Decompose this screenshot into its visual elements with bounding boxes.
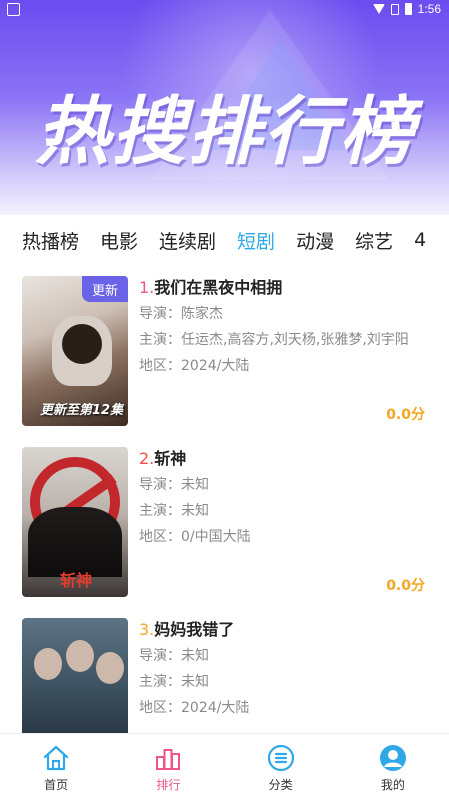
nav-home[interactable]: 首页 [0,734,112,800]
item-title[interactable]: 2.斩神 [139,446,439,472]
nav-category-label: 分类 [268,778,293,792]
item-title-text: 妈妈我错了 [154,620,235,639]
tab-series[interactable]: 连续剧 [159,227,216,254]
poster-figure [62,324,102,364]
poster-face [96,652,124,684]
nav-ranking[interactable]: 排行 [112,734,224,800]
nav-profile[interactable]: 我的 [337,734,449,800]
item-score: 0.0分 [386,407,425,423]
hero-banner: 热搜排行榜 [0,0,449,215]
item-score: 0.0分 [386,578,425,594]
item-info: 2.斩神 导演：未知 主演：未知 地区：0/中国大陆 [139,443,439,550]
rank-number: 1. [139,278,155,297]
list-item[interactable]: 更新 更新至第12集 1.我们在黑夜中相拥 导演：陈家杰 主演：任运杰,高容方,… [0,272,449,432]
tab-short-drama[interactable]: 短剧 [237,227,275,254]
item-region: 地区：0/中国大陆 [139,529,251,545]
item-region: 地区：2024/大陆 [139,358,250,374]
item-title-text: 斩神 [154,449,187,468]
nav-category[interactable]: 分类 [225,734,337,800]
poster-caption: 更新至第12集 [40,403,124,418]
poster-image[interactable]: 斩神 [22,447,128,597]
status-bar: 1:56 [0,0,449,20]
bottom-navigation: 首页 排行 分类 我的 [0,733,449,800]
app-notification-icon [7,3,20,16]
nav-ranking-label: 排行 [156,778,181,792]
home-icon [44,745,69,771]
poster-image[interactable]: 更新 更新至第12集 [22,276,128,426]
hero-title: 热搜排行榜 [35,89,416,175]
tab-hot[interactable]: 热播榜 [22,227,79,254]
item-director: 导演：未知 [139,477,209,493]
status-time: 1:56 [417,2,441,16]
item-info: 1.我们在黑夜中相拥 导演：陈家杰 主演：任运杰,高容方,刘天杨,张雅梦,刘宇阳… [139,272,439,379]
item-cast: 主演：未知 [139,674,209,690]
item-info: 3.妈妈我错了 导演：未知 主演：未知 地区：2024/大陆 [139,614,439,721]
item-title[interactable]: 3.妈妈我错了 [139,617,439,643]
item-title-text: 我们在黑夜中相拥 [154,278,283,297]
item-director: 导演：未知 [139,648,209,664]
category-tabs: 热播榜 电影 连续剧 短剧 动漫 综艺 4 [0,215,449,265]
tab-anime[interactable]: 动漫 [296,227,334,254]
battery-icon [404,3,412,15]
wifi-icon [372,4,385,14]
item-region: 地区：2024/大陆 [139,700,250,716]
rank-number: 2. [139,449,155,468]
ranking-icon [156,749,181,770]
poster-face [34,648,62,680]
update-badge: 更新 [82,276,128,302]
nav-home-label: 首页 [44,778,69,792]
poster-caption: 斩神 [60,571,93,590]
item-director: 导演：陈家杰 [139,306,223,322]
rank-number: 3. [139,620,155,639]
profile-icon [379,745,406,771]
item-title[interactable]: 1.我们在黑夜中相拥 [139,275,439,301]
tab-variety[interactable]: 综艺 [355,227,393,254]
list-item[interactable]: 斩神 2.斩神 导演：未知 主演：未知 地区：0/中国大陆 0.0分 [0,443,449,603]
item-cast: 主演：未知 [139,503,209,519]
nav-profile-label: 我的 [380,778,405,792]
tab-more[interactable]: 4 [414,229,426,251]
item-cast: 主演：任运杰,高容方,刘天杨,张雅梦,刘宇阳 [139,332,409,348]
poster-face [66,640,94,672]
tab-movie[interactable]: 电影 [100,227,138,254]
sim-icon [390,3,399,15]
category-icon [267,744,294,772]
